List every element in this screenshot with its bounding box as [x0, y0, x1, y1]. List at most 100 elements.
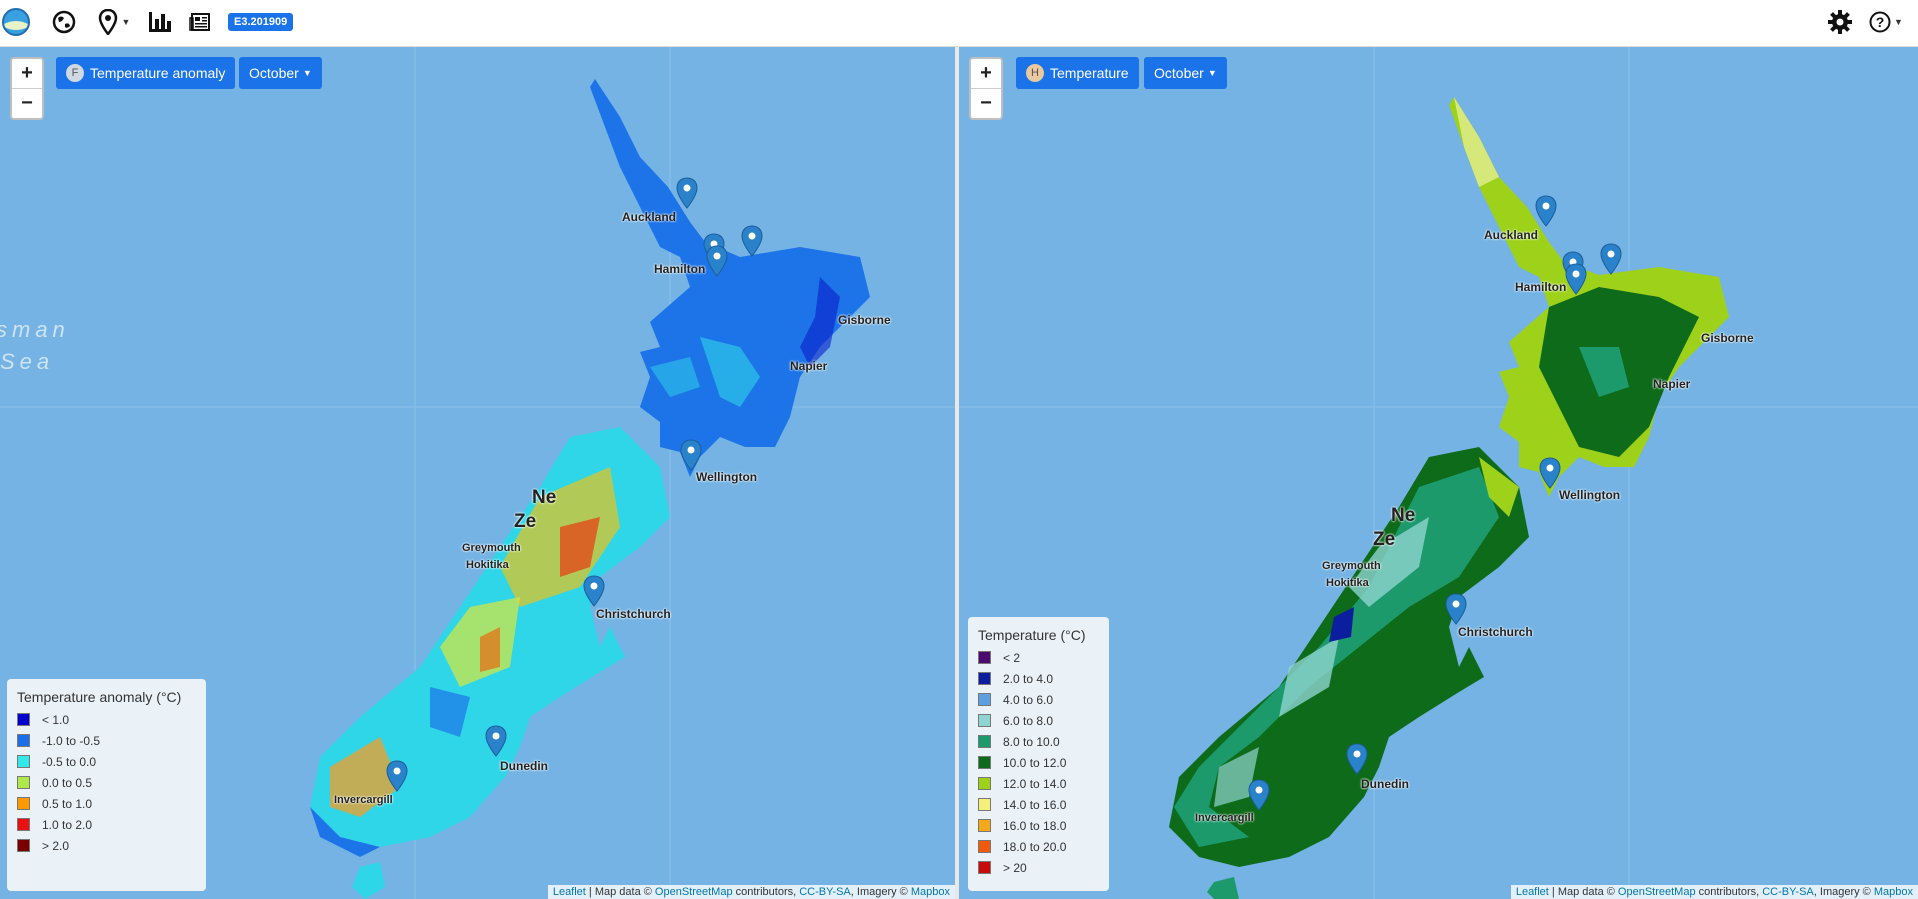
zoom-control: + − — [969, 57, 1003, 120]
month-label: October — [1154, 65, 1204, 81]
mapbox-link[interactable]: Mapbox — [911, 886, 950, 898]
station-marker-icon[interactable] — [741, 225, 763, 257]
legend-label: 1.0 to 2.0 — [42, 817, 93, 832]
legend-item: 10.0 to 12.0 — [978, 752, 1099, 773]
place-label-hamilton: Hamilton — [1515, 280, 1567, 294]
station-marker-icon[interactable] — [386, 760, 408, 792]
legend-item: > 2.0 — [17, 835, 196, 856]
leaflet-link[interactable]: Leaflet — [553, 886, 586, 898]
caret-down-icon: ▼ — [302, 68, 312, 78]
station-marker-icon[interactable] — [1565, 263, 1587, 295]
station-marker-icon[interactable] — [680, 439, 702, 471]
place-label-hokitika: Hokitika — [466, 559, 509, 571]
place-label-invercargill: Invercargill — [1195, 812, 1254, 824]
legend-item: 1.0 to 2.0 — [17, 814, 196, 835]
attribution-text: | Map data © — [585, 886, 655, 898]
legend-item: > 20 — [978, 857, 1099, 878]
place-label-new-zealand: Ne — [1391, 505, 1416, 526]
layer-select-button[interactable]: F Temperature anomaly — [56, 57, 236, 89]
zoom-in-button[interactable]: + — [971, 59, 1001, 89]
legend-label: 8.0 to 10.0 — [1003, 734, 1060, 749]
station-marker-icon[interactable] — [485, 725, 507, 757]
place-label-new-zealand: Ne — [532, 487, 557, 508]
station-marker-icon[interactable] — [1600, 243, 1622, 275]
station-marker-icon[interactable] — [583, 575, 605, 607]
legend-swatch — [978, 735, 991, 748]
legend-item: 0.0 to 0.5 — [17, 772, 196, 793]
leaflet-link[interactable]: Leaflet — [1516, 886, 1549, 898]
legend-title: Temperature (°C) — [978, 627, 1086, 643]
legend-label: 0.0 to 0.5 — [42, 775, 93, 790]
bar-chart-icon[interactable] — [147, 8, 173, 36]
month-dropdown[interactable]: October ▼ — [1144, 57, 1227, 89]
place-label-wellington: Wellington — [1559, 488, 1621, 502]
legend-item: 4.0 to 6.0 — [978, 689, 1099, 710]
legend-swatch — [978, 714, 991, 727]
place-label-christchurch: Christchurch — [1458, 625, 1533, 639]
legend-swatch — [17, 734, 30, 747]
legend-item: 8.0 to 10.0 — [978, 731, 1099, 752]
station-marker-icon[interactable] — [1539, 457, 1561, 489]
attribution-text: contributors, — [732, 886, 800, 898]
layer-letter-badge: H — [1026, 64, 1044, 82]
station-marker-icon[interactable] — [1535, 195, 1557, 227]
anomaly-map[interactable]: sman Sea Auckland Hamilton Gisborne Napi… — [0, 47, 955, 899]
station-marker-icon[interactable] — [706, 245, 728, 277]
place-label-hamilton: Hamilton — [654, 262, 706, 276]
legend-label: 4.0 to 6.0 — [1003, 692, 1054, 707]
legend-item: 18.0 to 20.0 — [978, 836, 1099, 857]
legend-swatch — [17, 797, 30, 810]
month-dropdown[interactable]: October ▼ — [239, 57, 322, 89]
cc-by-sa-link[interactable]: CC-BY-SA — [1762, 886, 1814, 898]
sea-label: Sea — [0, 349, 55, 374]
caret-down-icon: ▼ — [1207, 68, 1217, 78]
top-toolbar: ▼ E3.201909 ? ▼ — [0, 0, 1918, 47]
place-label-christchurch: Christchurch — [596, 607, 671, 621]
temperature-map[interactable]: Auckland Hamilton Gisborne Napier Wellin… — [959, 47, 1918, 899]
station-marker-icon[interactable] — [676, 177, 698, 209]
legend-label: > 20 — [1003, 860, 1027, 875]
place-label-wellington: Wellington — [696, 470, 758, 484]
newspaper-icon[interactable] — [187, 8, 213, 36]
cc-by-sa-link[interactable]: CC-BY-SA — [799, 886, 851, 898]
legend-label: 2.0 to 4.0 — [1003, 671, 1054, 686]
anomaly-legend: Temperature anomaly (°C) < 1.0 -1.0 to -0… — [7, 679, 206, 891]
chevron-down-icon: ▼ — [1894, 17, 1903, 27]
map-attribution: Leaflet | Map data © OpenStreetMap contr… — [547, 885, 955, 899]
attribution-text: contributors, — [1695, 886, 1763, 898]
layer-label: Temperature — [1050, 65, 1129, 81]
layer-select-button[interactable]: H Temperature — [1016, 57, 1139, 89]
legend-label: 10.0 to 12.0 — [1003, 755, 1067, 770]
legend-label: 12.0 to 14.0 — [1003, 776, 1067, 791]
legend-swatch — [978, 756, 991, 769]
station-marker-icon[interactable] — [1346, 743, 1368, 775]
place-label-napier: Napier — [790, 359, 828, 373]
station-marker-icon[interactable] — [1248, 779, 1270, 811]
legend-item: -0.5 to 0.0 — [17, 751, 196, 772]
place-label-new-zealand: Ze — [1373, 529, 1396, 550]
legend-item: 14.0 to 16.0 — [978, 794, 1099, 815]
legend-label: 0.5 to 1.0 — [42, 796, 93, 811]
legend-item: 0.5 to 1.0 — [17, 793, 196, 814]
station-marker-icon[interactable] — [1445, 593, 1467, 625]
osm-link[interactable]: OpenStreetMap — [1618, 886, 1696, 898]
app-logo-icon[interactable] — [0, 4, 32, 40]
month-label: October — [249, 65, 299, 81]
globe-icon[interactable] — [50, 8, 78, 36]
legend-swatch — [978, 777, 991, 790]
place-label-invercargill: Invercargill — [334, 794, 393, 806]
temperature-legend: Temperature (°C) < 2 2.0 to 4.0 4.0 to 6.0… — [968, 617, 1109, 891]
place-label-napier: Napier — [1653, 377, 1691, 391]
zoom-out-button[interactable]: − — [12, 89, 42, 118]
help-icon[interactable]: ? ▼ — [1866, 8, 1906, 36]
zoom-out-button[interactable]: − — [971, 89, 1001, 118]
mapbox-link[interactable]: Mapbox — [1874, 886, 1913, 898]
place-label-gisborne: Gisborne — [1701, 331, 1754, 345]
zoom-in-button[interactable]: + — [12, 59, 42, 89]
osm-link[interactable]: OpenStreetMap — [655, 886, 733, 898]
gear-icon[interactable] — [1826, 8, 1854, 36]
location-pin-icon[interactable]: ▼ — [94, 8, 134, 36]
zoom-control: + − — [10, 57, 44, 120]
legend-item: -1.0 to -0.5 — [17, 730, 196, 751]
sea-label: sman — [0, 317, 70, 342]
